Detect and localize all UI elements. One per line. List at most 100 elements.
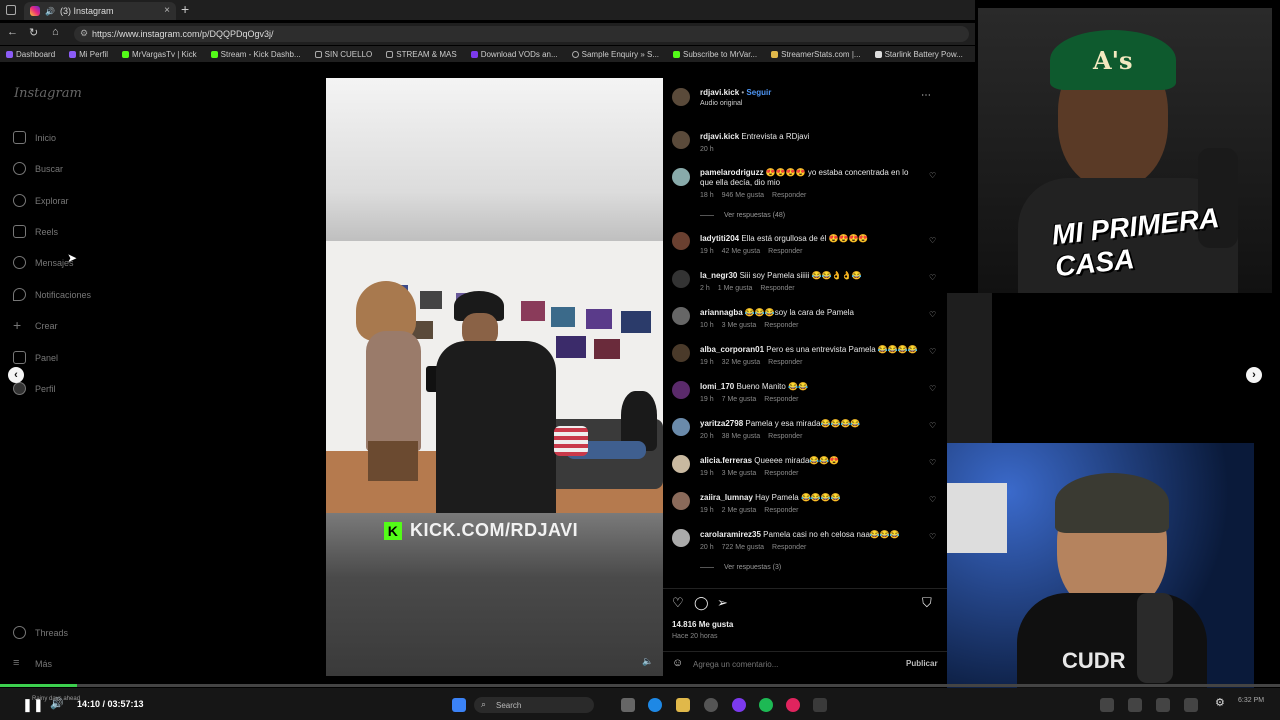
view-replies-button[interactable]: Ver respuestas (3) xyxy=(700,564,781,571)
app-icon[interactable] xyxy=(813,698,827,712)
comment-meta: 10 h3 Me gusta Responder xyxy=(700,322,799,329)
comment-like-icon[interactable]: ♡ xyxy=(929,495,936,504)
bookmark-8[interactable]: Subscribe to MrVar... xyxy=(673,50,757,59)
settings-icon[interactable]: ⚙ xyxy=(1215,696,1225,709)
publish-button[interactable]: Publicar xyxy=(906,659,938,668)
tab-overview-icon[interactable] xyxy=(6,5,16,15)
nav-panel[interactable]: Panel xyxy=(13,351,58,364)
bookmark-1[interactable]: Mi Perfil xyxy=(69,50,108,59)
comment-like-icon[interactable]: ♡ xyxy=(929,347,936,356)
file-explorer-icon[interactable] xyxy=(676,698,690,712)
comment-like-icon[interactable]: ♡ xyxy=(929,421,936,430)
comment-like-icon[interactable]: ♡ xyxy=(929,273,936,282)
comment-avatar[interactable] xyxy=(672,168,690,186)
interviewer-skirt xyxy=(368,441,418,481)
bookmark-5[interactable]: STREAM & MAS xyxy=(386,50,457,59)
share-icon[interactable]: ➢ xyxy=(717,595,728,611)
mute-icon[interactable]: 🔈 xyxy=(642,656,653,667)
threads-icon xyxy=(13,626,26,639)
nav-mensajes[interactable]: Mensajes xyxy=(13,256,74,269)
comment-input[interactable] xyxy=(693,657,893,671)
spotify-icon[interactable] xyxy=(759,698,773,712)
url-field[interactable]: ⚙ https://www.instagram.com/p/DQQPDqOgv3… xyxy=(74,26,969,42)
speaker-icon[interactable]: 🔊 xyxy=(45,7,55,16)
bookmark-10[interactable]: Starlink Battery Pow... xyxy=(874,50,963,59)
close-tab-icon[interactable]: × xyxy=(164,5,170,16)
comment-like-icon[interactable]: ♡ xyxy=(929,532,936,541)
view-replies-button[interactable]: Ver respuestas (48) xyxy=(700,212,785,219)
nav-perfil[interactable]: Perfil xyxy=(13,382,56,395)
new-tab-button[interactable]: + xyxy=(181,1,189,17)
bookmark-4[interactable]: SIN CUELLO xyxy=(314,50,372,59)
more-options-icon[interactable]: ⋯ xyxy=(921,90,931,101)
bookmark-9[interactable]: StreamerStats.com |... xyxy=(771,50,861,59)
obs-icon[interactable] xyxy=(704,698,718,712)
comment-avatar[interactable] xyxy=(672,232,690,250)
nav-explorar[interactable]: Explorar xyxy=(13,194,69,207)
author-avatar[interactable] xyxy=(672,131,690,149)
task-view-icon[interactable] xyxy=(621,698,635,712)
nav-threads[interactable]: Threads xyxy=(13,626,68,639)
comment-like-icon[interactable]: ♡ xyxy=(929,236,936,245)
discord-icon[interactable] xyxy=(732,698,746,712)
comment-avatar[interactable] xyxy=(672,492,690,510)
bookmark-save-icon[interactable]: ⛉ xyxy=(922,595,932,611)
windows-start-icon[interactable] xyxy=(452,698,466,712)
comment-avatar[interactable] xyxy=(672,381,690,399)
comment-avatar[interactable] xyxy=(672,270,690,288)
nav-buscar[interactable]: Buscar xyxy=(13,162,63,175)
comment-text: lomi_170 Bueno Manito 😂😂 xyxy=(700,382,808,391)
nav-mas[interactable]: ≡ Más xyxy=(13,657,52,670)
system-tray-icon[interactable] xyxy=(1184,698,1198,712)
comment-avatar[interactable] xyxy=(672,529,690,547)
post-video[interactable]: K KICK.COM/RDJAVI 🔈 xyxy=(326,78,663,676)
nav-reels[interactable]: Reels xyxy=(13,225,58,238)
nav-crear[interactable]: + Crear xyxy=(13,318,58,332)
like-icon[interactable]: ♡ xyxy=(672,595,684,611)
comment-avatar[interactable] xyxy=(672,344,690,362)
emoji-icon[interactable]: ☺ xyxy=(672,657,683,669)
bookmark-3[interactable]: Stream - Kick Dashb... xyxy=(210,50,301,59)
comment-avatar[interactable] xyxy=(672,455,690,473)
comment-avatar[interactable] xyxy=(672,307,690,325)
site-info-icon[interactable]: ⚙ xyxy=(80,28,88,39)
bookmark-0[interactable]: Dashboard xyxy=(6,50,55,59)
next-post-button[interactable]: › xyxy=(1246,367,1262,383)
comment-icon[interactable]: ◯ xyxy=(694,595,709,611)
nav-notificaciones[interactable]: Notificaciones xyxy=(13,288,91,301)
app-icon[interactable] xyxy=(786,698,800,712)
comment-like-icon[interactable]: ♡ xyxy=(929,458,936,467)
system-tray-icon[interactable] xyxy=(1100,698,1114,712)
likes-count[interactable]: 14.816 Me gusta xyxy=(672,620,733,629)
instagram-logo[interactable]: Instagram xyxy=(14,86,82,101)
system-tray-icon[interactable] xyxy=(1156,698,1170,712)
avatar-icon xyxy=(13,382,26,395)
previous-post-button[interactable]: ‹ xyxy=(8,367,24,383)
comment-avatar[interactable] xyxy=(672,418,690,436)
wall-poster xyxy=(621,311,651,333)
volume-icon[interactable]: 🔊 xyxy=(50,697,64,710)
author-username[interactable]: rdjavi.kick xyxy=(700,88,739,97)
bookmark-7[interactable]: Sample Enquiry » S... xyxy=(571,50,659,59)
bookmark-6[interactable]: Download VODs an... xyxy=(470,50,558,59)
author-avatar[interactable] xyxy=(672,88,690,106)
bookmark-2[interactable]: MrVargasTv | Kick xyxy=(122,50,197,59)
comment-like-icon[interactable]: ♡ xyxy=(929,384,936,393)
audio-label[interactable]: Audio original xyxy=(700,100,742,107)
taskbar-search[interactable]: ⌕ Search xyxy=(474,697,594,713)
back-icon[interactable]: ← xyxy=(7,26,18,38)
browser-tab-instagram[interactable]: 🔊 (3) Instagram × xyxy=(24,2,176,20)
comment-meta: 20 h 38 Me gusta Responder xyxy=(700,433,803,440)
bookmark-icon xyxy=(6,50,13,58)
home-icon[interactable]: ⌂ xyxy=(52,26,59,38)
comment-like-icon[interactable]: ♡ xyxy=(929,310,936,319)
compass-icon xyxy=(13,194,26,207)
edge-icon[interactable] xyxy=(648,698,662,712)
nav-inicio[interactable]: Inicio xyxy=(13,131,56,144)
reload-icon[interactable]: ↻ xyxy=(29,26,38,39)
folder-icon xyxy=(314,50,322,58)
follow-button[interactable]: Seguir xyxy=(746,88,771,97)
system-tray-icon[interactable] xyxy=(1128,698,1142,712)
comment-like-icon[interactable]: ♡ xyxy=(929,171,936,180)
player-progress-track[interactable] xyxy=(0,684,1280,687)
